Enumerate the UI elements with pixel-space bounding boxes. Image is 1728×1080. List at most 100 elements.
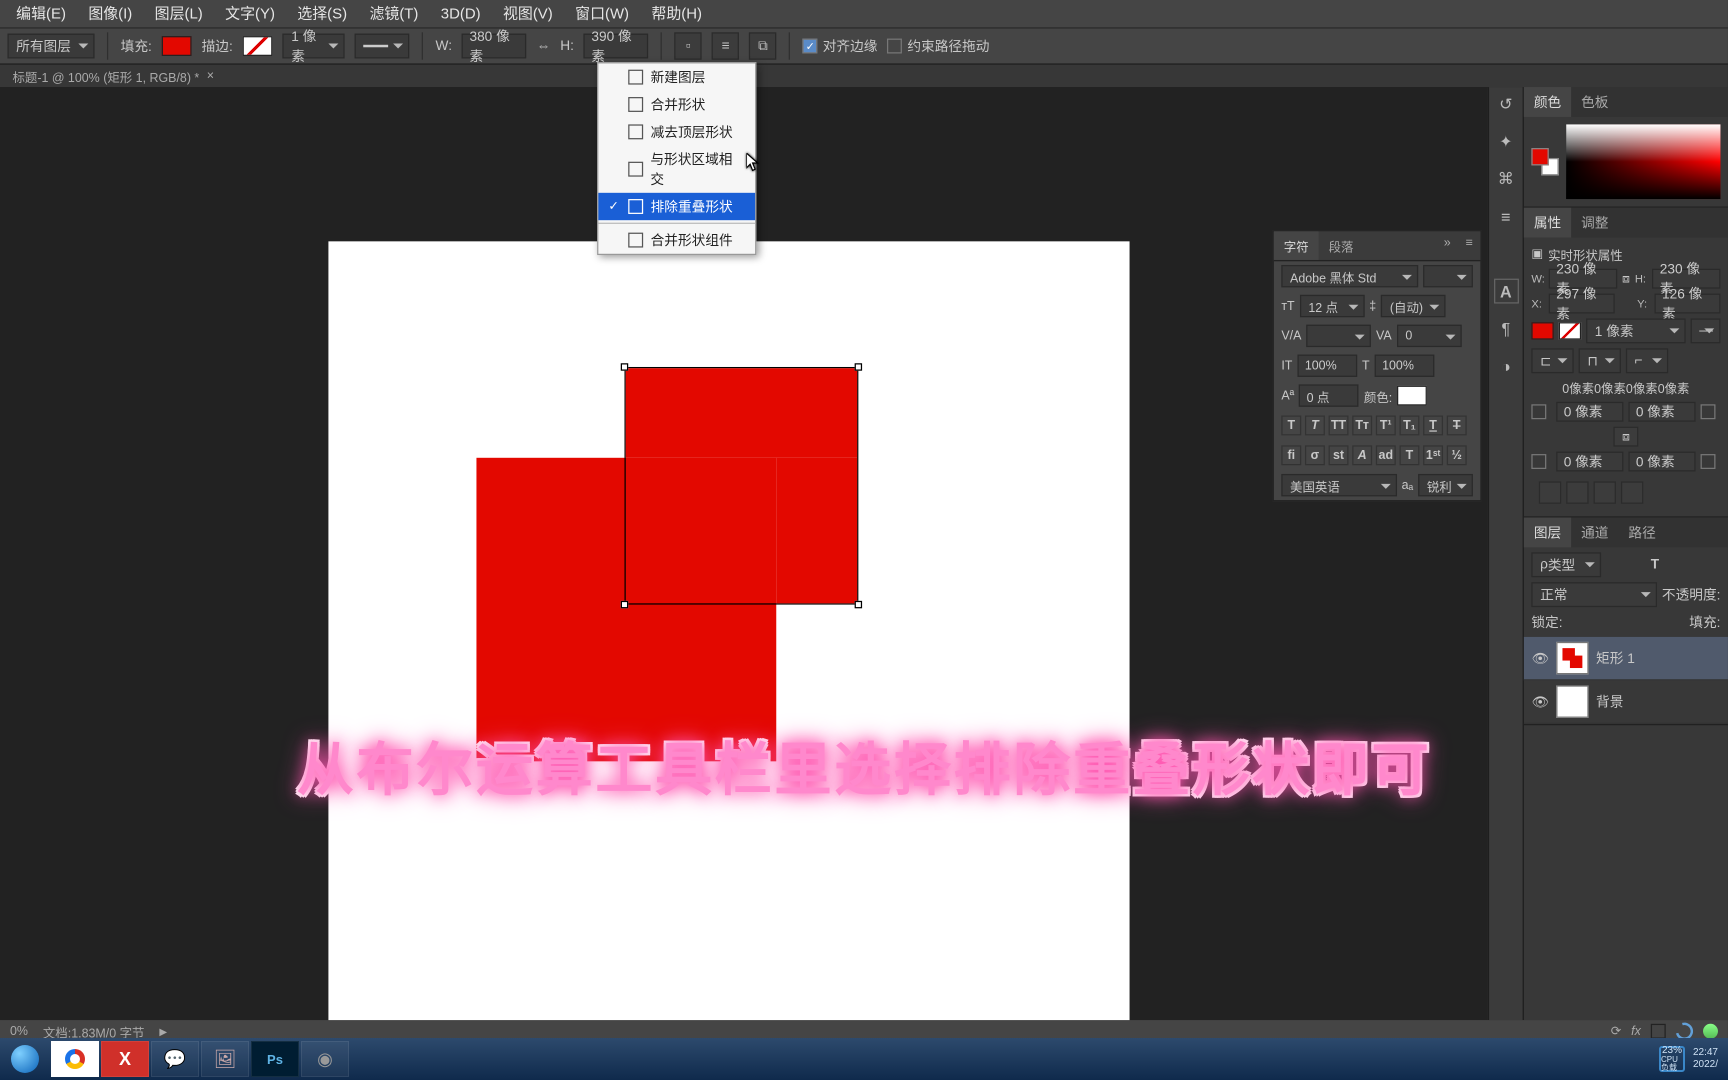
ot-o[interactable]: σ <box>1305 445 1325 465</box>
smallcaps-button[interactable]: Tᴛ <box>1352 415 1372 435</box>
collapse-panel-icon[interactable]: » <box>1436 231 1458 260</box>
document-tab[interactable]: 标题-1 @ 100% (矩形 1, RGB/8) * × <box>0 65 226 87</box>
filter-pixel[interactable] <box>1606 556 1623 573</box>
subscript-button[interactable]: T₁ <box>1400 415 1420 435</box>
bold-button[interactable]: T <box>1281 415 1301 435</box>
corner-tr-check[interactable] <box>1701 404 1716 419</box>
taskbar-xmind[interactable]: X <box>101 1041 149 1077</box>
tab-channels[interactable]: 通道 <box>1571 518 1618 548</box>
panel-menu-icon[interactable]: ≡ <box>1458 231 1480 260</box>
menu-item-subtract[interactable]: 减去顶层形状 <box>598 118 755 145</box>
tab-color[interactable]: 颜色 <box>1524 87 1571 117</box>
transform-handle[interactable] <box>855 363 862 370</box>
font-style[interactable] <box>1423 265 1473 287</box>
actions-panel-icon[interactable]: ✦ <box>1493 129 1518 154</box>
ot-a[interactable]: A <box>1352 445 1372 465</box>
fx-icon[interactable]: fx <box>1631 1024 1641 1038</box>
kerning[interactable] <box>1306 325 1371 347</box>
font-size[interactable]: 12 点 <box>1300 295 1365 317</box>
layer-thumbnail[interactable] <box>1556 642 1588 674</box>
transform-handle[interactable] <box>621 601 628 608</box>
pathop-subtract[interactable] <box>1566 481 1588 503</box>
path-alignment-button[interactable]: ≡ <box>712 32 739 59</box>
visibility-toggle[interactable]: 👁 <box>1531 693 1548 710</box>
menu-type[interactable]: 文字(Y) <box>214 0 286 27</box>
language[interactable]: 美国英语 <box>1281 474 1396 496</box>
ot-fi[interactable]: fi <box>1281 445 1301 465</box>
close-tab-icon[interactable]: × <box>207 69 214 83</box>
layer-rect-1[interactable]: 👁 矩形 1 <box>1524 637 1728 681</box>
leading[interactable]: (自动) <box>1381 295 1446 317</box>
link-corners-icon[interactable]: ⧈ <box>1613 427 1638 447</box>
sync-icon[interactable]: ⟳ <box>1611 1024 1621 1038</box>
corner-tl-check[interactable] <box>1531 404 1546 419</box>
filter-shape[interactable] <box>1664 556 1681 573</box>
constrain-path-checkbox[interactable]: 约束路径拖动 <box>887 36 989 56</box>
fg-bg-swatch[interactable] <box>1531 148 1558 175</box>
shape-x[interactable]: 297 像素 <box>1549 294 1615 314</box>
lock-position[interactable] <box>1612 613 1629 630</box>
baseline-shift[interactable]: 0 点 <box>1299 384 1359 406</box>
superscript-button[interactable]: T¹ <box>1376 415 1396 435</box>
corner-bl-check[interactable] <box>1531 454 1546 469</box>
stroke-align[interactable]: ⊏ <box>1531 348 1573 373</box>
menu-help[interactable]: 帮助(H) <box>640 0 713 27</box>
ot-half[interactable]: ½ <box>1447 445 1467 465</box>
menu-item-new-layer[interactable]: 新建图层 <box>598 63 755 90</box>
pathop-exclude[interactable] <box>1621 481 1643 503</box>
cpu-meter[interactable]: 23% CPU负载 <box>1659 1046 1685 1072</box>
taskbar-app1[interactable]: 🖼 <box>201 1041 249 1077</box>
height-field[interactable]: 390 像素 <box>584 34 649 59</box>
stroke-width[interactable]: 1 像素 <box>283 34 345 59</box>
ot-1st[interactable]: 1ˢᵗ <box>1423 445 1443 465</box>
align-edges-checkbox[interactable]: ✓ 对齐边缘 <box>803 36 878 56</box>
filter-adjust[interactable] <box>1628 556 1645 573</box>
ot-ad[interactable]: ad <box>1376 445 1396 465</box>
color-ramp[interactable] <box>1566 124 1720 199</box>
menu-item-exclude[interactable]: ✓排除重叠形状 <box>598 193 755 220</box>
menu-layer[interactable]: 图层(L) <box>143 0 213 27</box>
pathop-combine[interactable] <box>1539 481 1561 503</box>
layer-name[interactable]: 背景 <box>1596 692 1623 712</box>
shape-stroke-style[interactable]: — <box>1691 318 1721 343</box>
tab-character[interactable]: 字符 <box>1274 231 1319 260</box>
tab-swatches[interactable]: 色板 <box>1571 87 1618 117</box>
menu-select[interactable]: 选择(S) <box>286 0 358 27</box>
taskbar-photoshop[interactable]: Ps <box>251 1041 299 1077</box>
menu-window[interactable]: 窗口(W) <box>564 0 640 27</box>
path-operations-button[interactable]: ▫ <box>675 32 702 59</box>
path-arrangement-button[interactable]: ⧉ <box>749 32 776 59</box>
shape-y[interactable]: 126 像素 <box>1655 294 1721 314</box>
link-wh-icon[interactable]: ⇔ <box>537 39 551 54</box>
menu-edit[interactable]: 编辑(E) <box>5 0 77 27</box>
ot-t[interactable]: T <box>1400 445 1420 465</box>
history-panel-icon[interactable]: ↺ <box>1493 92 1518 117</box>
menu-view[interactable]: 视图(V) <box>492 0 564 27</box>
tab-paths[interactable]: 路径 <box>1618 518 1665 548</box>
allcaps-button[interactable]: TT <box>1329 415 1349 435</box>
clock[interactable]: 22:47 2022/ <box>1693 1047 1718 1071</box>
transform-handle[interactable] <box>621 363 628 370</box>
corner-tr[interactable]: 0 像素 <box>1628 402 1695 422</box>
screenmode-icon[interactable] <box>1651 1024 1666 1039</box>
menu-3d[interactable]: 3D(D) <box>430 0 492 27</box>
target-layers-dropdown[interactable]: 所有图层 <box>7 34 94 59</box>
taskbar-wechat[interactable]: 💬 <box>151 1041 199 1077</box>
menu-item-merge-components[interactable]: 合并形状组件 <box>598 226 755 253</box>
filter-smart[interactable] <box>1687 556 1704 573</box>
tab-paragraph[interactable]: 段落 <box>1319 231 1364 260</box>
corner-br[interactable]: 0 像素 <box>1628 452 1695 472</box>
horizontal-scale[interactable]: 100% <box>1375 355 1435 377</box>
fill-swatch[interactable] <box>162 36 192 56</box>
menu-item-combine[interactable]: 合并形状 <box>598 91 755 118</box>
layer-background[interactable]: 👁 背景 <box>1524 680 1728 724</box>
stroke-corners[interactable]: ⌐ <box>1626 348 1668 373</box>
visibility-toggle[interactable]: 👁 <box>1531 649 1548 666</box>
tab-properties[interactable]: 属性 <box>1524 208 1571 238</box>
brush-panel-icon[interactable]: ⌘ <box>1493 167 1518 192</box>
strike-button[interactable]: T <box>1447 415 1467 435</box>
start-button[interactable] <box>0 1038 50 1080</box>
filter-type[interactable]: T <box>1651 557 1659 572</box>
lock-all[interactable] <box>1635 613 1652 630</box>
menu-filter[interactable]: 滤镜(T) <box>358 0 429 27</box>
